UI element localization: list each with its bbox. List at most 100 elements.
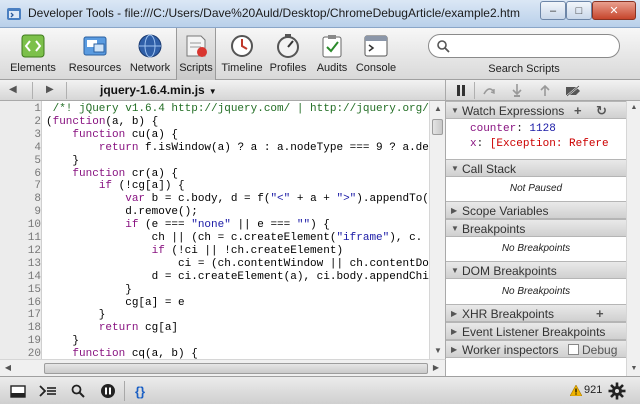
search-input[interactable]: [453, 38, 613, 54]
line-number[interactable]: 1: [5, 103, 41, 115]
pane-call-stack[interactable]: ▼ Call Stack: [446, 159, 626, 177]
dock-button[interactable]: [8, 382, 28, 400]
add-xhr-breakpoint-button[interactable]: +: [596, 306, 604, 321]
pause-on-exceptions-button[interactable]: [98, 382, 118, 400]
tab-label: Scripts: [179, 62, 213, 74]
tab-audits[interactable]: Audits: [312, 28, 352, 80]
line-number[interactable]: 18: [5, 322, 41, 334]
error-count[interactable]: 921: [584, 384, 602, 396]
tab-label: Audits: [316, 62, 348, 74]
line-number[interactable]: 11: [5, 232, 41, 244]
expanded-triangle-icon: ▼: [451, 266, 459, 275]
scroll-left-icon[interactable]: ◀: [0, 360, 16, 376]
scroll-down-icon[interactable]: ▼: [627, 362, 640, 376]
tab-label: Network: [129, 62, 171, 74]
step-into-button[interactable]: [508, 83, 526, 98]
tab-network[interactable]: Network: [126, 28, 174, 80]
line-number[interactable]: 20: [5, 348, 41, 359]
scroll-up-icon[interactable]: ▲: [627, 101, 640, 115]
tab-resources[interactable]: Resources: [66, 28, 124, 80]
line-number[interactable]: 10: [5, 219, 41, 231]
code-line: if (!ci || !ch.createElement): [151, 244, 344, 257]
line-number-gutter[interactable]: 12345678910111213141516171819202122: [0, 101, 42, 359]
code-line: return cg[a]: [98, 322, 179, 335]
code-line: cg[a] = e: [46, 296, 185, 309]
profiles-icon: [277, 34, 299, 58]
divider: [66, 82, 67, 99]
scroll-down-icon[interactable]: ▼: [430, 343, 445, 359]
line-number[interactable]: 9: [5, 206, 41, 218]
pane-scope-variables[interactable]: ▶ Scope Variables: [446, 201, 626, 219]
line-number[interactable]: 8: [5, 193, 41, 205]
pause-button[interactable]: [452, 83, 470, 98]
pane-dom-breakpoints[interactable]: ▼ DOM Breakpoints: [446, 261, 626, 279]
code-line: ci = (ch.contentWindow || ch.contentDo: [46, 257, 429, 270]
search-scripts-field[interactable]: [428, 34, 620, 58]
line-number[interactable]: 16: [5, 297, 41, 309]
tab-profiles[interactable]: Profiles: [268, 28, 308, 80]
pane-event-listener-breakpoints[interactable]: ▶ Event Listener Breakpoints: [446, 322, 626, 340]
step-out-button[interactable]: [536, 83, 554, 98]
step-over-button[interactable]: [480, 83, 498, 98]
line-number[interactable]: 19: [5, 335, 41, 347]
watch-expression-row[interactable]: counter: 1128: [470, 123, 556, 135]
sidebar-scrollbar[interactable]: ▲ ▼: [626, 101, 640, 376]
watch-expression-row[interactable]: x: [Exception: Refere: [470, 138, 609, 150]
code-line: d.remove();: [46, 206, 198, 219]
scroll-up-icon[interactable]: ▲: [430, 101, 445, 117]
pane-worker-inspectors[interactable]: ▶ Worker inspectors Debug: [446, 340, 626, 358]
collapsed-triangle-icon: ▶: [451, 327, 458, 336]
back-arrow-icon[interactable]: ◀: [9, 84, 17, 95]
script-file-select[interactable]: jquery-1.6.4.min.js ▼: [100, 83, 217, 97]
line-number[interactable]: 12: [5, 245, 41, 257]
line-number[interactable]: 3: [5, 129, 41, 141]
collapsed-triangle-icon: ▶: [451, 309, 458, 318]
tab-scripts[interactable]: Scripts: [176, 28, 216, 80]
maximize-button[interactable]: □: [566, 1, 592, 20]
expanded-triangle-icon: ▼: [451, 224, 459, 233]
line-number[interactable]: 17: [5, 309, 41, 321]
deactivate-breakpoints-icon: [566, 84, 580, 97]
debug-workers-checkbox[interactable]: [568, 344, 579, 355]
add-watch-button[interactable]: +: [574, 103, 582, 118]
pane-title: XHR Breakpoints: [462, 307, 555, 321]
expanded-triangle-icon: ▼: [451, 164, 459, 173]
pane-breakpoints[interactable]: ▼ Breakpoints: [446, 219, 626, 237]
line-number[interactable]: 2: [5, 116, 41, 128]
gear-icon[interactable]: [608, 382, 626, 400]
forward-arrow-icon[interactable]: ▶: [46, 84, 54, 95]
resources-icon: [83, 36, 107, 56]
refresh-icon[interactable]: ↻: [596, 103, 607, 119]
line-number[interactable]: 13: [5, 258, 41, 270]
pane-watch-expressions[interactable]: ▼ Watch Expressions + ↻: [446, 101, 626, 119]
line-number[interactable]: 15: [5, 284, 41, 296]
network-icon: [138, 34, 162, 58]
tab-label: Console: [355, 62, 397, 74]
search-button[interactable]: [68, 382, 88, 400]
tab-elements[interactable]: Elements: [4, 28, 62, 80]
line-number[interactable]: 7: [5, 180, 41, 192]
horizontal-scrollbar[interactable]: ◀ ▶: [0, 359, 446, 376]
vertical-scrollbar[interactable]: ▲ ▼: [429, 101, 445, 359]
close-button[interactable]: ✕: [592, 1, 636, 20]
line-number[interactable]: 14: [5, 271, 41, 283]
scroll-thumb[interactable]: [44, 363, 428, 374]
line-number[interactable]: 5: [5, 155, 41, 167]
minimize-button[interactable]: –: [540, 1, 566, 20]
console-toggle-icon: [39, 385, 56, 397]
scroll-thumb[interactable]: [432, 119, 443, 135]
code-line: function cu(a) {: [72, 128, 179, 141]
audits-icon: [322, 35, 342, 58]
pane-xhr-breakpoints[interactable]: ▶ XHR Breakpoints +: [446, 304, 626, 322]
line-number[interactable]: 6: [5, 168, 41, 180]
source-code-view[interactable]: 12345678910111213141516171819202122 /*! …: [0, 101, 446, 359]
line-number[interactable]: 4: [5, 142, 41, 154]
tab-console[interactable]: Console: [354, 28, 398, 80]
console-toggle-button[interactable]: [38, 382, 58, 400]
pretty-print-button[interactable]: {}: [130, 382, 150, 400]
chevron-down-icon: ▼: [208, 87, 217, 96]
tab-timeline[interactable]: Timeline: [220, 28, 264, 80]
deactivate-breakpoints-button[interactable]: [564, 83, 582, 98]
call-stack-message: Not Paused: [509, 183, 563, 194]
scroll-right-icon[interactable]: ▶: [428, 360, 444, 376]
